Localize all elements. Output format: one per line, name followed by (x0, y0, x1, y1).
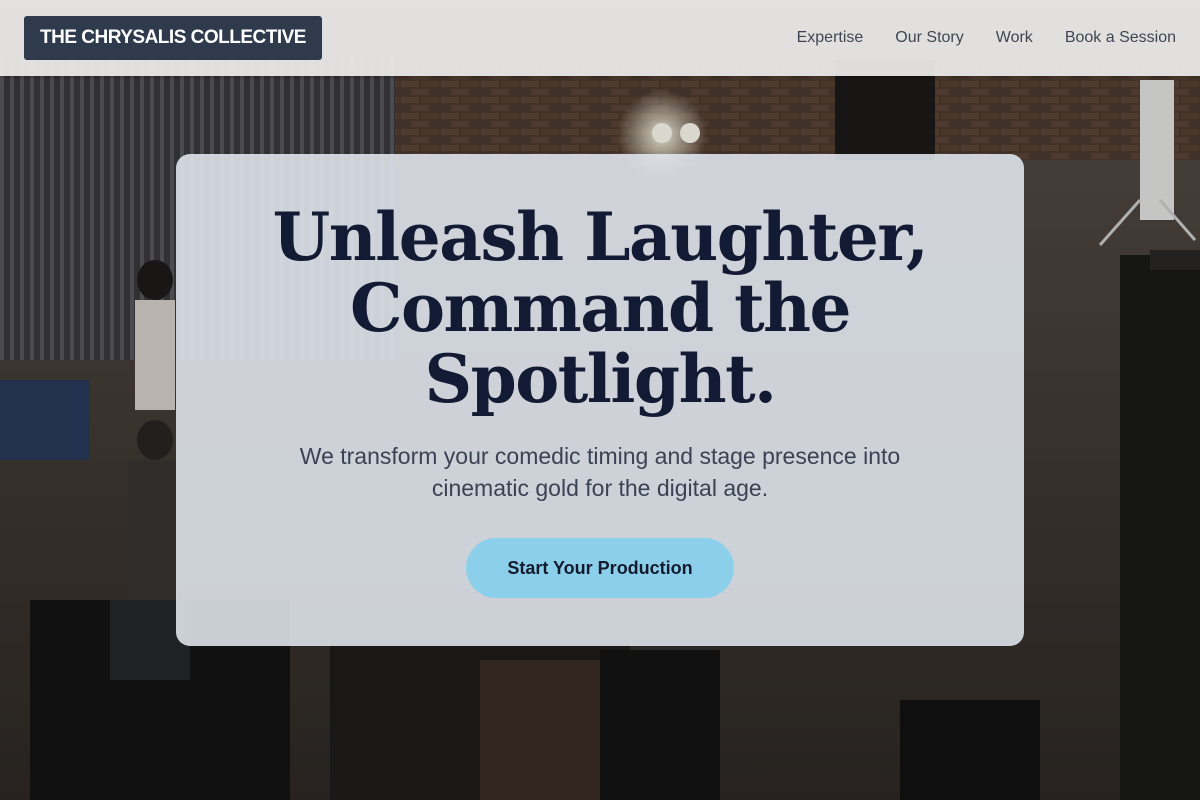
start-production-button[interactable]: Start Your Production (466, 538, 734, 598)
hero-title-line-1: Unleash Laughter, (272, 198, 929, 276)
hero-title-line-2: Command the (349, 269, 852, 347)
main-nav: Expertise Our Story Work Book a Session (797, 0, 1176, 76)
landing-page: THE CHRYSALIS COLLECTIVE Expertise Our S… (0, 0, 1200, 800)
brand-logo[interactable]: THE CHRYSALIS COLLECTIVE (24, 16, 322, 60)
nav-link-book-a-session[interactable]: Book a Session (1065, 29, 1176, 47)
hero-title: Unleash Laughter, Command the Spotlight. (176, 202, 1024, 415)
hero-subtitle-line-2: cinematic gold for the digital age. (431, 475, 769, 501)
nav-link-our-story[interactable]: Our Story (895, 29, 963, 47)
nav-link-expertise[interactable]: Expertise (797, 29, 864, 47)
site-header: THE CHRYSALIS COLLECTIVE Expertise Our S… (0, 0, 1200, 76)
nav-link-work[interactable]: Work (996, 29, 1033, 47)
hero-subtitle-line-1: We transform your comedic timing and sta… (299, 443, 901, 469)
hero-title-line-3: Spotlight. (424, 340, 777, 418)
hero-subtitle: We transform your comedic timing and sta… (240, 440, 960, 504)
hero-card: Unleash Laughter, Command the Spotlight.… (176, 154, 1024, 646)
